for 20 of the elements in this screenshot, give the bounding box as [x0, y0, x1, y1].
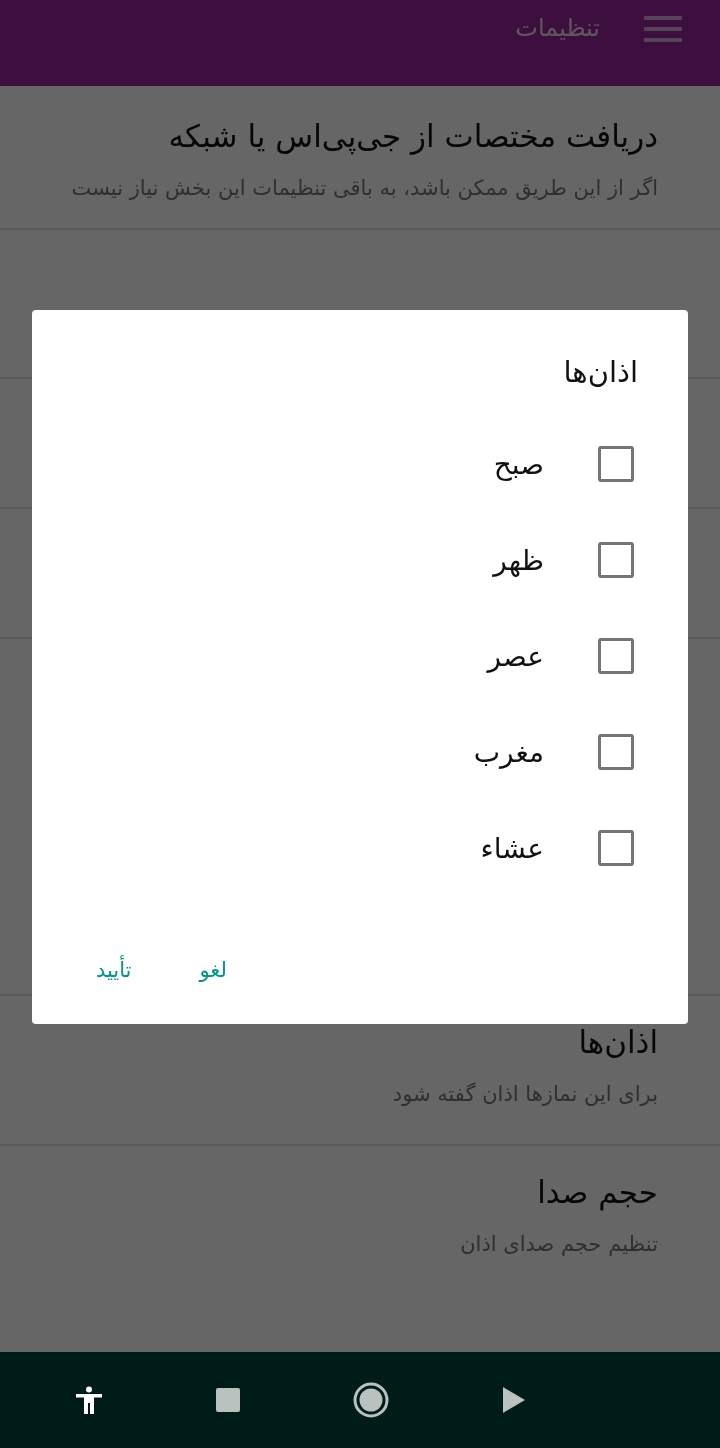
play-icon[interactable] [502, 1386, 526, 1414]
setting-title: دریافت مختصات از جی‌پی‌اس یا شبکه [167, 117, 658, 157]
option-label: صبح [493, 447, 544, 481]
option-label: مغرب [473, 735, 544, 769]
checkbox[interactable] [598, 638, 634, 674]
option-label: ظهر [493, 543, 544, 577]
checkbox[interactable] [598, 830, 634, 866]
dialog-title: اذان‌ها [562, 354, 638, 391]
home-icon[interactable] [353, 1382, 389, 1418]
setting-title: حجم صدا [536, 1173, 658, 1213]
option-label: عصر [487, 639, 544, 673]
dialog-button[interactable]: لغو [185, 950, 241, 990]
checkbox[interactable] [598, 542, 634, 578]
checkbox[interactable] [598, 734, 634, 770]
dialog-button[interactable]: تأیید [82, 950, 146, 990]
accessibility-icon[interactable] [75, 1386, 103, 1414]
option-label: عشاء [480, 831, 544, 865]
checkbox[interactable] [598, 446, 634, 482]
app-bar-title: تنظیمات [515, 14, 600, 42]
setting-title: اذان‌ها [577, 1023, 658, 1062]
